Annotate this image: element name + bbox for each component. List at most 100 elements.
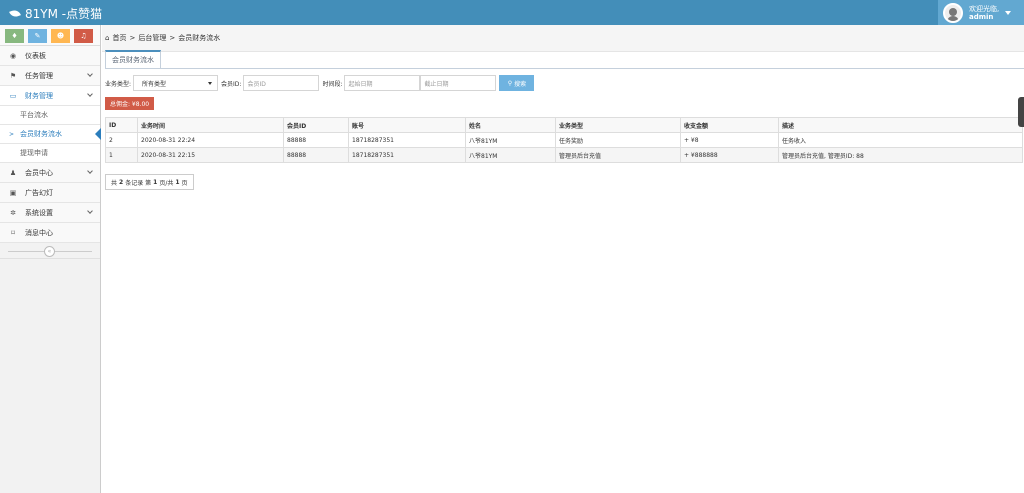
pager-suffix: 页 [181,179,188,187]
users-icon: ☻ [56,32,65,40]
table-row: 2 2020-08-31 22:24 88888 18718287351 八爷8… [105,132,1023,148]
column-header[interactable]: 收支金额 [680,117,779,133]
cell-name: 八爷81YM [465,147,556,163]
sidebar-item-label: 广告幻灯 [25,188,53,197]
cell-id: 1 [105,147,138,163]
tab-member-flow[interactable]: 会员财务流水 [105,50,161,68]
bell-icon: ♫ [80,32,87,40]
bookmark-icon: ⌑ [11,228,15,237]
dashboard-icon: ◉ [9,51,17,60]
collapse-sidebar-icon[interactable]: « [44,246,55,257]
brand-logo[interactable]: 81YM -点赞猫 [9,5,103,22]
cell-amount: + ¥8 [680,132,779,148]
user-info: 欢迎光临, admin [969,5,999,21]
tab-bar: 会员财务流水 [105,50,161,69]
sidebar-item-members[interactable]: ♟ 会员中心 [0,163,100,183]
member-id-input[interactable]: 会员ID [243,75,320,91]
sidebar-item-label: 会员中心 [25,168,53,177]
main-content: ⌂ 首页 > 后台管理 > 会员财务流水 会员财务流水 业务类型: 所有类型 会… [102,25,1024,493]
quick-button-users[interactable]: ☻ [51,29,70,43]
user-menu[interactable]: 欢迎光临, admin [938,0,1024,25]
dropdown-arrow-icon [208,82,213,85]
quick-buttons: ♦ ✎ ☻ ♫ [0,25,100,46]
type-label: 业务类型: [105,80,132,88]
sidebar-item-label: 仪表板 [25,51,46,60]
cell-description: 任务收入 [778,132,1023,148]
breadcrumb-home[interactable]: 首页 [112,33,126,43]
sidebar-subitem-member-flow[interactable]: > 会员财务流水 [0,125,101,144]
cell-member-id: 88888 [283,147,349,163]
sidebar-subitem-withdraw[interactable]: 提现申请 [0,144,100,163]
cell-name: 八爷81YM [465,132,556,148]
column-header[interactable]: 会员ID [283,117,349,133]
type-select[interactable]: 所有类型 [133,75,219,91]
cell-account: 18718287351 [348,132,466,148]
sidebar-item-messages[interactable]: ⌑ 消息中心 [0,223,100,243]
filter-bar: 业务类型: 所有类型 会员ID: 会员ID 时间段: 起始日期 截止日期 ⚲ 搜… [105,75,535,91]
breadcrumb-separator: > [129,34,136,42]
sidebar-item-tasks[interactable]: ⚑ 任务管理 [0,66,100,86]
type-select-value: 所有类型 [142,80,167,88]
breadcrumb: ⌂ 首页 > 后台管理 > 会员财务流水 [102,25,1024,52]
quick-button-stats[interactable]: ♦ [5,29,24,43]
sidebar-item-label: 系统设置 [25,208,53,217]
pager-pages: 1 [175,178,180,186]
pager-prefix: 共 [111,179,118,187]
cell-time: 2020-08-31 22:24 [137,132,284,148]
tab-divider [105,68,1024,69]
breadcrumb-current: 会员财务流水 [178,34,221,42]
column-header[interactable]: 姓名 [465,117,556,133]
picture-icon: ▣ [9,188,17,197]
gear-icon: ✲ [10,208,16,217]
total-commission-badge: 总佣金: ¥8.00 [105,97,155,110]
settings-panel-handle[interactable] [1018,97,1024,127]
search-button[interactable]: ⚲ 搜索 [499,75,535,91]
time-label: 时间段: [322,80,343,88]
sidebar-item-dashboard[interactable]: ◉ 仪表板 [0,46,100,66]
sidebar-item-label: 消息中心 [25,228,53,237]
pagination-info: 共 2 条记录 第 1 页/共 1 页 [105,174,194,190]
home-icon: ⌂ [105,34,110,42]
start-date-input[interactable]: 起始日期 [344,75,421,91]
end-date-input[interactable]: 截止日期 [420,75,497,91]
column-header[interactable]: 业务类型 [555,117,681,133]
active-indicator [95,128,101,140]
brand-title: 81YM -点赞猫 [25,7,103,21]
sidebar-item-label: 任务管理 [25,71,53,80]
chevron-down-icon [87,91,93,97]
search-icon: ⚲ [507,79,513,87]
sidebar-subitem-platform-flow[interactable]: 平台流水 [0,106,100,125]
sidebar-item-ads[interactable]: ▣ 广告幻灯 [0,183,100,203]
table-row: 1 2020-08-31 22:15 88888 18718287351 八爷8… [105,147,1023,163]
table-header-row: ID 业务时间 会员ID 账号 姓名 业务类型 收支金额 描述 [105,117,1023,133]
pager-records: 2 [119,178,124,186]
column-header[interactable]: 账号 [348,117,466,133]
quick-button-edit[interactable]: ✎ [28,29,47,43]
chevron-down-icon [87,208,93,214]
chevron-down-icon [87,71,93,77]
sidebar-item-settings[interactable]: ✲ 系统设置 [0,203,100,223]
sidebar-item-finance[interactable]: ▭ 财务管理 [0,86,100,106]
flag-icon: ⚑ [9,71,17,80]
cell-account: 18718287351 [348,147,466,163]
sidebar-collapse: « [0,243,100,259]
column-header[interactable]: 业务时间 [137,117,284,133]
breadcrumb-separator: > [169,34,176,42]
username: admin [969,12,994,21]
leaf-icon [9,8,21,19]
quick-button-alerts[interactable]: ♫ [74,29,93,43]
pencil-icon: ✎ [34,32,41,40]
top-navbar: 81YM -点赞猫 欢迎光临, admin [0,0,1024,25]
finance-table: ID 业务时间 会员ID 账号 姓名 业务类型 收支金额 描述 2 2020-0… [105,117,1023,163]
column-header[interactable]: 描述 [778,117,1023,133]
avatar [943,2,963,23]
finance-icon: ▭ [9,91,17,100]
member-label: 会员ID: [221,80,242,88]
cell-amount: + ¥888888 [680,147,779,163]
chevron-down-icon [87,168,93,174]
sidebar-subitem-label: 会员财务流水 [20,130,62,138]
breadcrumb-level2[interactable]: 后台管理 [138,33,166,43]
column-header[interactable]: ID [105,117,138,133]
cell-id: 2 [105,132,138,148]
cell-member-id: 88888 [283,132,349,148]
